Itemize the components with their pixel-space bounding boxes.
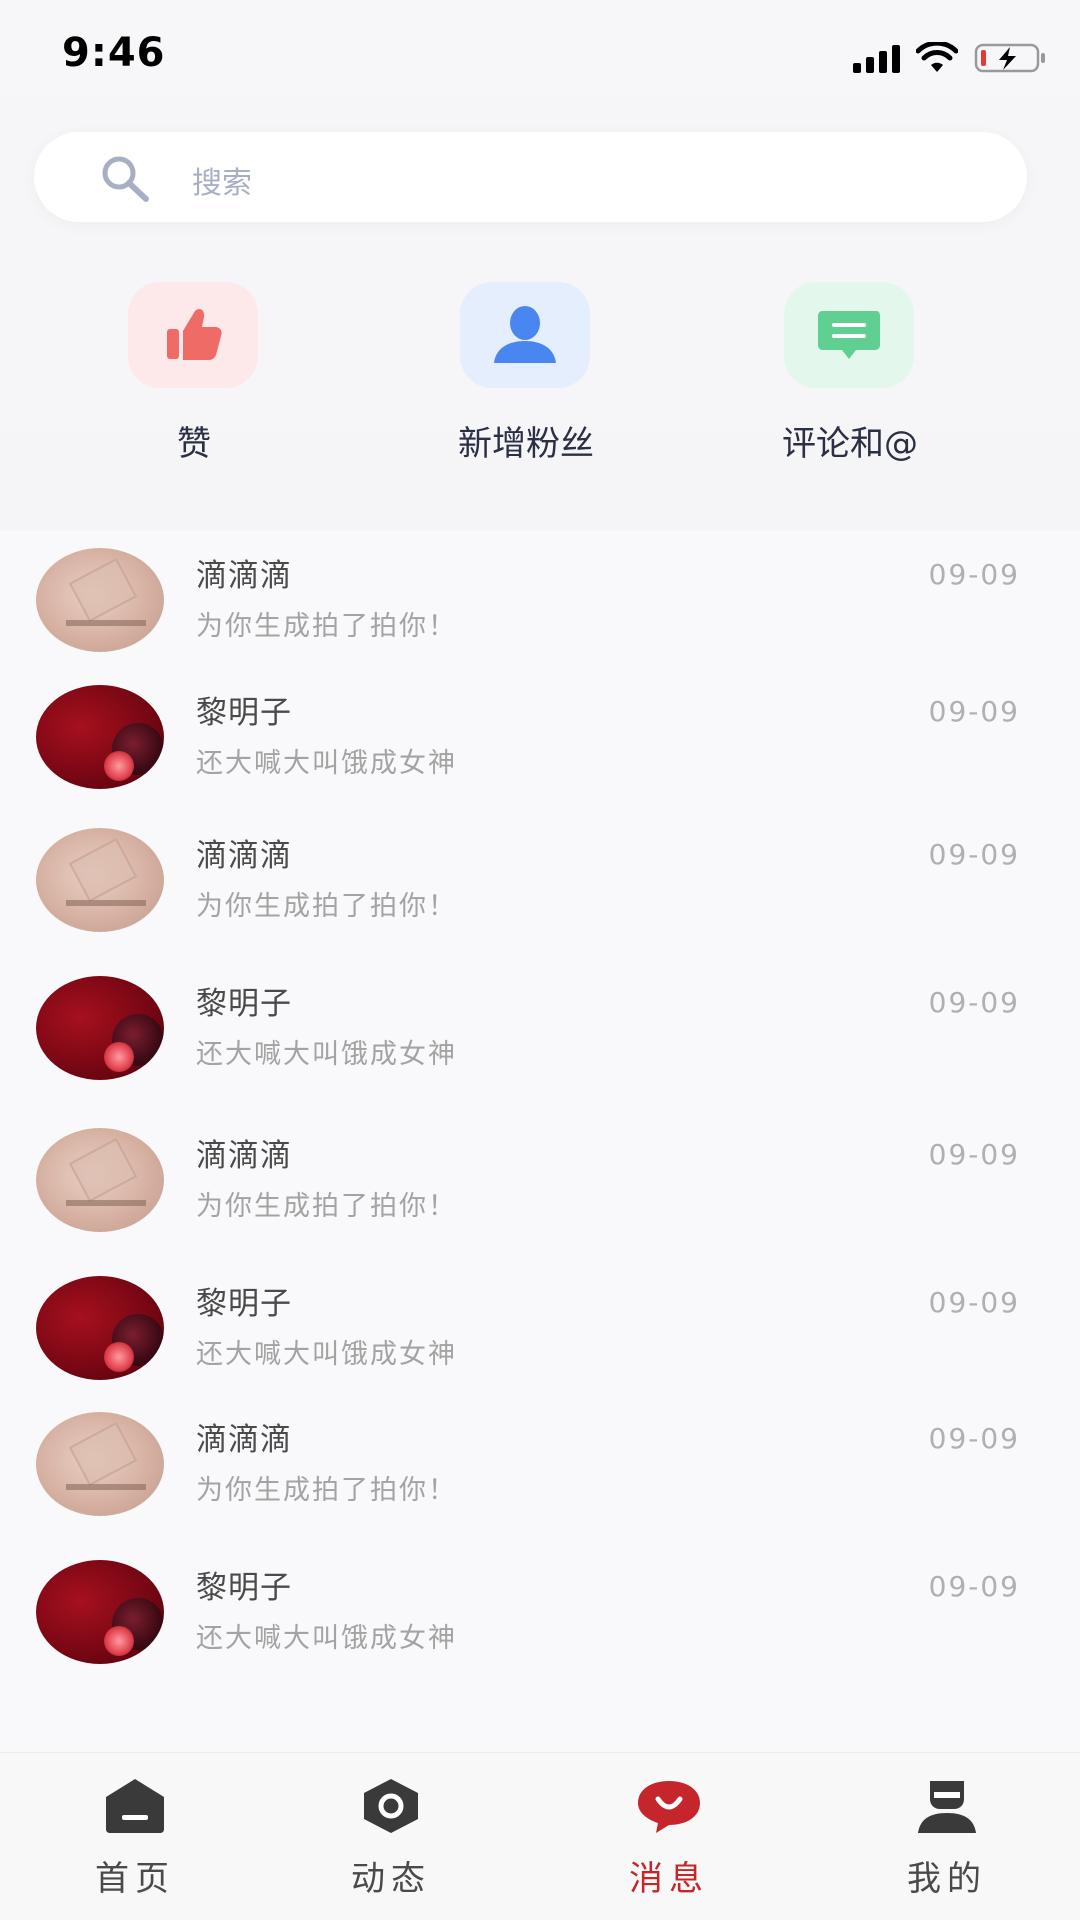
sender-name: 滴滴滴 <box>196 838 292 874</box>
moment-icon <box>364 1779 418 1833</box>
avatar <box>36 548 164 652</box>
message-list: 滴滴滴 为你生成拍了拍你！ 09-09 黎明子 还大喊大叫饿成女神 09-09 … <box>0 532 1080 1752</box>
tab-label: 我的 <box>907 1859 987 1899</box>
comments-icon-bg <box>784 282 914 388</box>
new-fans-icon-bg <box>460 282 590 388</box>
avatar <box>36 685 164 789</box>
sender-name: 黎明子 <box>196 1286 292 1322</box>
status-icons <box>853 38 1046 78</box>
list-item[interactable]: 黎明子 还大喊大叫饿成女神 09-09 <box>0 960 1080 1080</box>
home-icon <box>106 1779 164 1833</box>
message-date: 09-09 <box>928 838 1020 871</box>
wifi-icon <box>916 42 958 72</box>
tab-home[interactable]: 首页 <box>0 1753 270 1920</box>
message-date: 09-09 <box>928 1138 1020 1171</box>
message-preview: 为你生成拍了拍你！ <box>196 611 457 642</box>
quick-action-label: 赞 <box>177 424 211 464</box>
message-date: 09-09 <box>928 986 1020 1019</box>
message-preview: 为你生成拍了拍你！ <box>196 891 457 922</box>
sender-name: 黎明子 <box>196 1570 292 1606</box>
search-input[interactable]: 搜索 <box>192 158 252 202</box>
thumbs-up-icon <box>167 309 222 360</box>
avatar <box>36 1128 164 1232</box>
search-icon <box>102 156 149 202</box>
quick-action-label: 评论和@ <box>782 424 918 464</box>
tab-label: 首页 <box>95 1859 175 1899</box>
message-date: 09-09 <box>928 1422 1020 1455</box>
message-date: 09-09 <box>928 1570 1020 1603</box>
avatar <box>36 976 164 1080</box>
battery-charging-icon <box>974 43 1045 73</box>
tab-messages[interactable]: 消息 <box>534 1753 804 1920</box>
tab-label: 动态 <box>351 1859 431 1899</box>
list-item[interactable]: 滴滴滴 为你生成拍了拍你！ 09-09 <box>0 812 1080 932</box>
sender-name: 黎明子 <box>196 986 292 1022</box>
likes-icon-bg <box>128 282 258 388</box>
bottom-tab-bar: 首页 动态 消息 我的 <box>0 1752 1080 1920</box>
tab-profile[interactable]: 我的 <box>812 1753 1080 1920</box>
user-icon <box>494 306 556 363</box>
list-item[interactable]: 滴滴滴 为你生成拍了拍你！ 09-09 <box>0 532 1080 652</box>
sender-name: 滴滴滴 <box>196 558 292 594</box>
avatar <box>36 1412 164 1516</box>
list-item[interactable]: 滴滴滴 为你生成拍了拍你！ 09-09 <box>0 1396 1080 1516</box>
list-item[interactable]: 黎明子 还大喊大叫饿成女神 09-09 <box>0 1544 1080 1664</box>
quick-action-label: 新增粉丝 <box>458 424 594 464</box>
sender-name: 滴滴滴 <box>196 1422 292 1458</box>
message-date: 09-09 <box>928 1286 1020 1319</box>
message-preview: 还大喊大叫饿成女神 <box>196 1623 457 1654</box>
list-item[interactable]: 滴滴滴 为你生成拍了拍你！ 09-09 <box>0 1112 1080 1232</box>
comment-icon <box>818 311 880 359</box>
tab-moments[interactable]: 动态 <box>256 1753 526 1920</box>
status-bar: 9:46 <box>0 0 1080 110</box>
status-time: 9:46 <box>62 30 166 76</box>
list-item[interactable]: 黎明子 还大喊大叫饿成女神 09-09 <box>0 1260 1080 1380</box>
search-bar[interactable]: 搜索 <box>34 132 1027 222</box>
avatar <box>36 828 164 932</box>
message-date: 09-09 <box>928 558 1020 591</box>
quick-action-new-fans[interactable]: 新增粉丝 <box>406 282 646 464</box>
tab-label: 消息 <box>629 1859 709 1899</box>
message-preview: 还大喊大叫饿成女神 <box>196 1039 457 1070</box>
list-item[interactable]: 黎明子 还大喊大叫饿成女神 09-09 <box>0 669 1080 789</box>
avatar <box>36 1276 164 1380</box>
sender-name: 黎明子 <box>196 695 292 731</box>
message-icon <box>638 1781 700 1833</box>
message-date: 09-09 <box>928 695 1020 728</box>
avatar <box>36 1560 164 1664</box>
quick-action-comments[interactable]: 评论和@ <box>730 282 970 464</box>
cellular-signal-icon <box>853 43 900 73</box>
message-preview: 为你生成拍了拍你！ <box>196 1191 457 1222</box>
quick-action-likes[interactable]: 赞 <box>74 282 314 464</box>
message-preview: 还大喊大叫饿成女神 <box>196 748 457 779</box>
profile-icon <box>918 1781 976 1833</box>
message-preview: 还大喊大叫饿成女神 <box>196 1339 457 1370</box>
sender-name: 滴滴滴 <box>196 1138 292 1174</box>
message-preview: 为你生成拍了拍你！ <box>196 1475 457 1506</box>
